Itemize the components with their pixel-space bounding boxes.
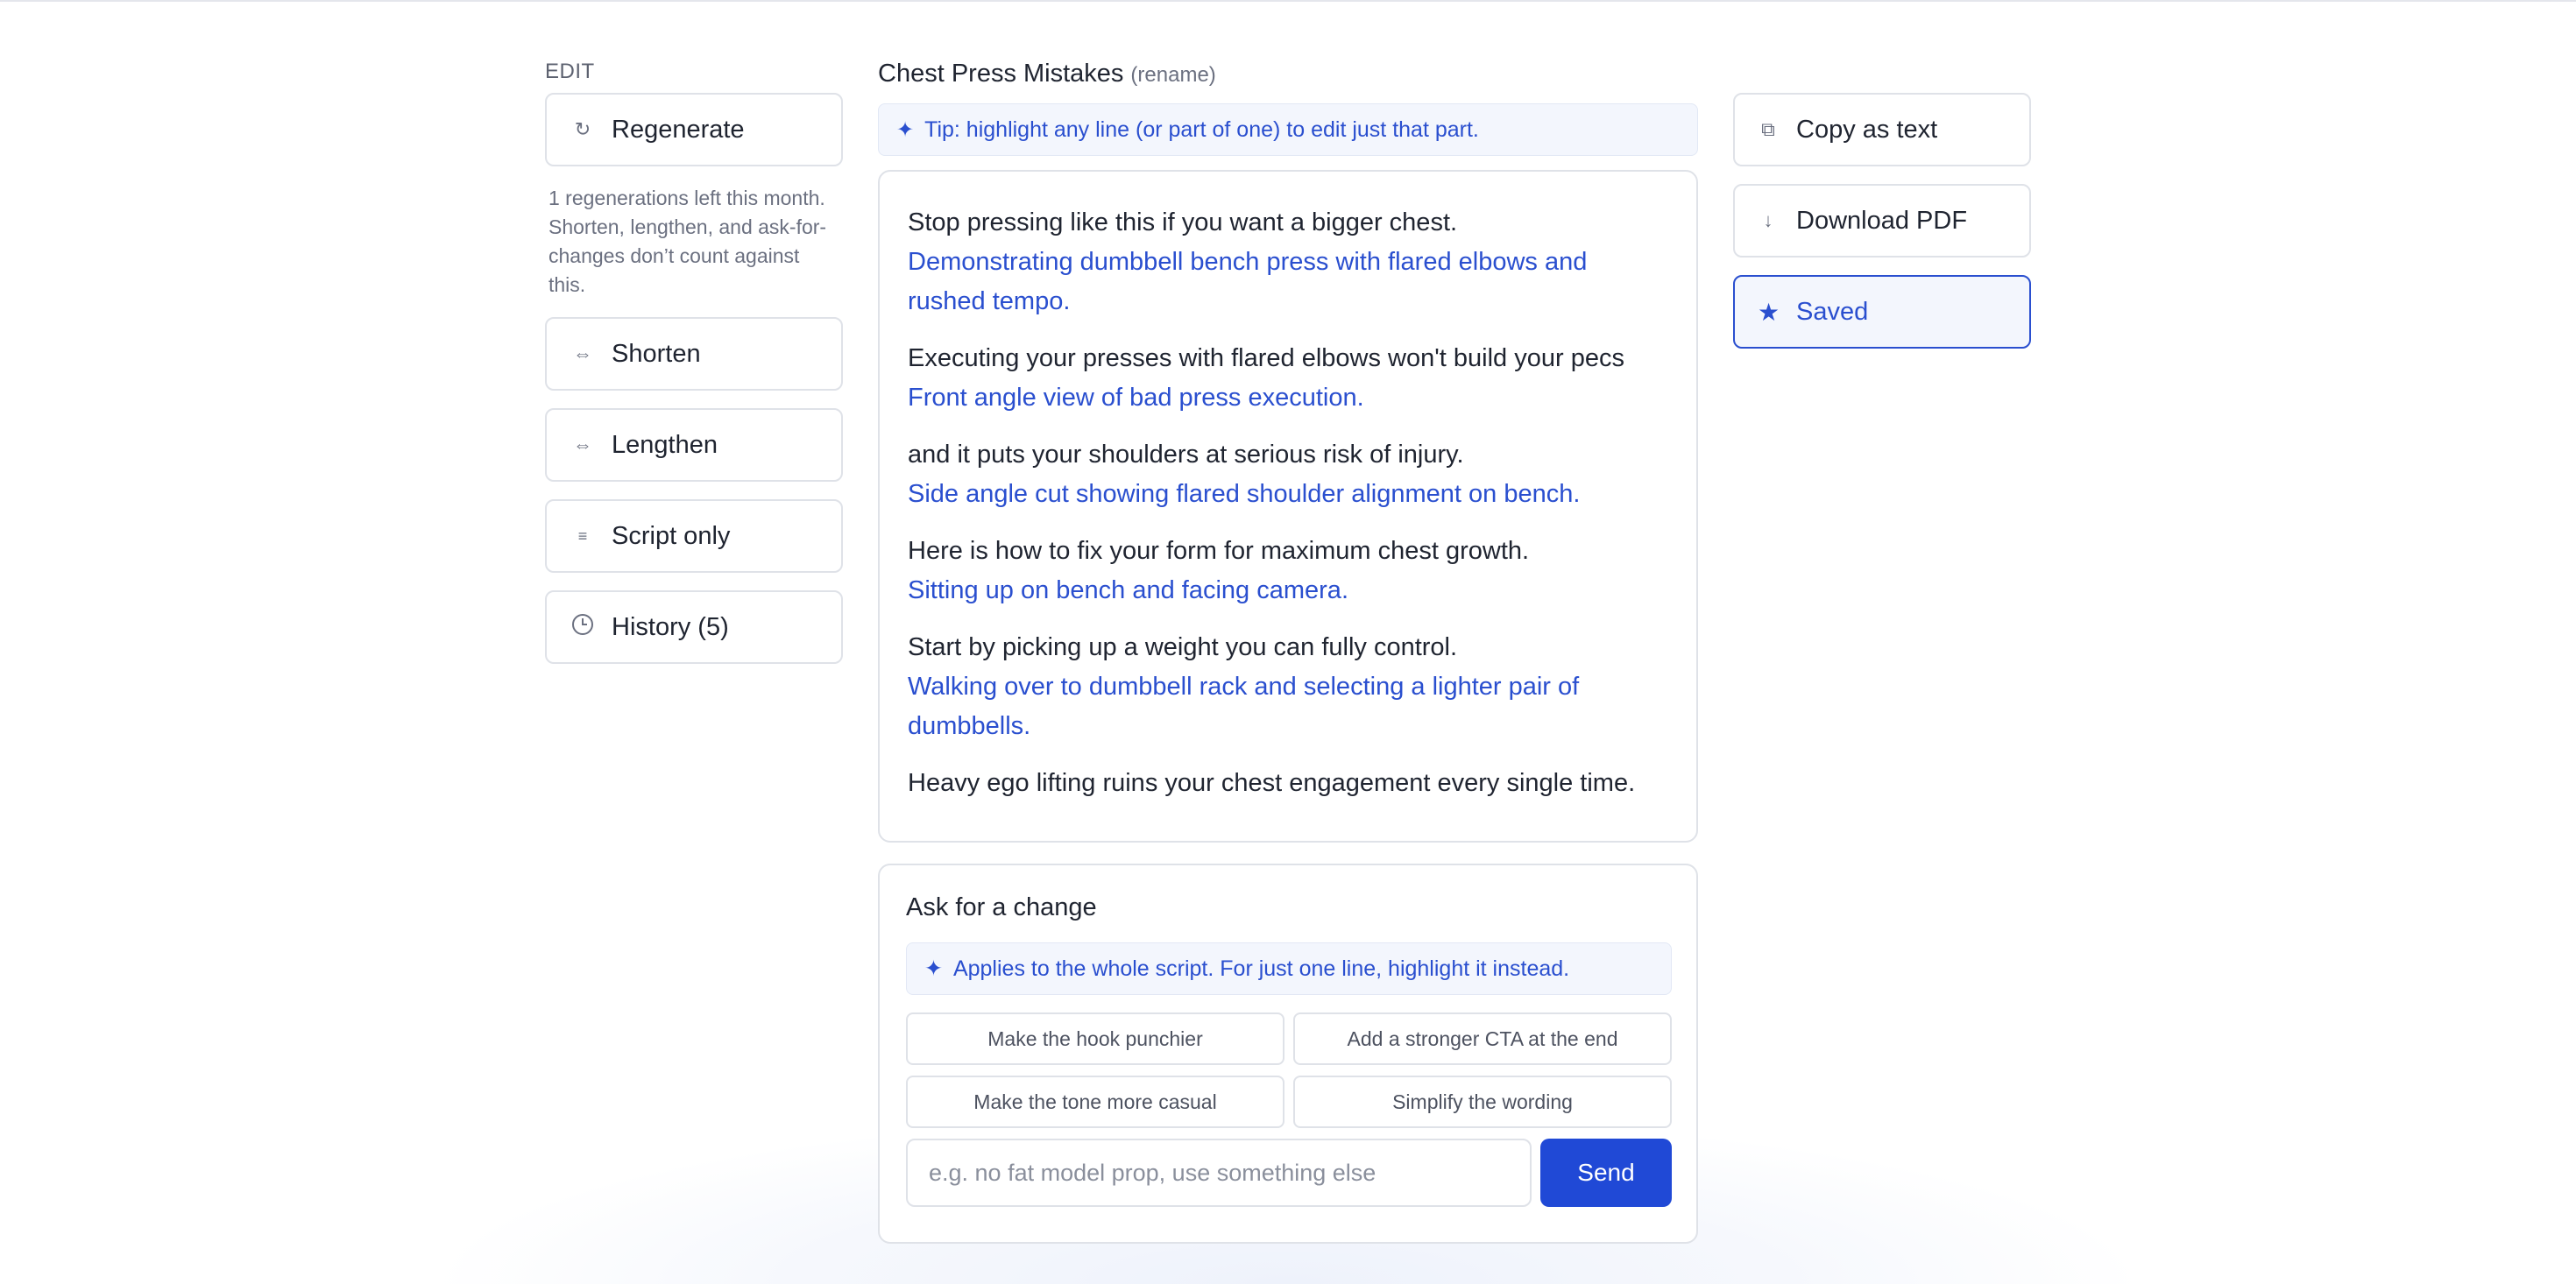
download-arrow-icon: ↓ [1763, 209, 1773, 231]
sparkle-icon: ✦ [924, 956, 943, 981]
regenerate-label: Regenerate [612, 115, 745, 144]
send-button[interactable]: Send [1540, 1139, 1672, 1207]
script-content[interactable]: Stop pressing like this if you want a bi… [878, 170, 1698, 843]
lines-icon: ≡ [577, 526, 588, 545]
spoken-line[interactable]: and it puts your shoulders at serious ri… [908, 435, 1668, 475]
history-button[interactable]: History (5) [545, 590, 843, 664]
change-scope-note: ✦ Applies to the whole script. For just … [906, 942, 1672, 995]
shorten-label: Shorten [612, 339, 701, 368]
script-only-label: Script only [612, 521, 731, 550]
spoken-line[interactable]: Executing your presses with flared elbow… [908, 339, 1668, 378]
suggestion-chip[interactable]: Make the hook punchier [906, 1012, 1284, 1065]
saved-label: Saved [1796, 297, 1869, 326]
script-pair: and it puts your shoulders at serious ri… [908, 435, 1668, 514]
tip-text: Tip: highlight any line (or part of one)… [924, 116, 1479, 142]
ask-for-change-panel: Ask for a change ✦ Applies to the whole … [878, 864, 1698, 1244]
highlight-tip: ✦ Tip: highlight any line (or part of on… [878, 103, 1698, 156]
script-pair: Start by picking up a weight you can ful… [908, 628, 1668, 746]
edit-sidebar: EDIT ↻ Regenerate 1 regenerations left t… [545, 60, 843, 664]
spoken-line[interactable]: Stop pressing like this if you want a bi… [908, 203, 1668, 243]
copy-label: Copy as text [1796, 115, 1938, 144]
page-title: Chest Press Mistakes [878, 60, 1124, 88]
script-pair: Heavy ego lifting ruins your chest engag… [908, 764, 1668, 803]
copy-as-text-button[interactable]: ⧉ Copy as text [1733, 93, 2031, 166]
star-icon: ★ [1758, 298, 1780, 326]
top-divider [0, 0, 2576, 2]
sparkle-icon: ✦ [896, 117, 915, 142]
regenerate-button[interactable]: ↻ Regenerate [545, 93, 843, 166]
script-pair: Here is how to fix your form for maximum… [908, 532, 1668, 610]
lengthen-button[interactable]: ⇔ Lengthen [545, 408, 843, 482]
change-note-text: Applies to the whole script. For just on… [952, 956, 1570, 981]
spoken-line[interactable]: Here is how to fix your form for maximum… [908, 532, 1668, 571]
spoken-line[interactable]: Heavy ego lifting ruins your chest engag… [908, 764, 1668, 803]
visual-direction-line[interactable]: Sitting up on bench and facing camera. [908, 571, 1668, 610]
copy-icon: ⧉ [1761, 118, 1775, 140]
rename-link[interactable]: (rename) [1130, 63, 1215, 88]
script-pair: Stop pressing like this if you want a bi… [908, 203, 1668, 321]
script-pair: Executing your presses with flared elbow… [908, 339, 1668, 418]
script-only-button[interactable]: ≡ Script only [545, 499, 843, 573]
saved-button[interactable]: ★ Saved [1733, 275, 2031, 349]
download-pdf-button[interactable]: ↓ Download PDF [1733, 184, 2031, 258]
visual-direction-line[interactable]: Side angle cut showing flared shoulder a… [908, 475, 1668, 514]
title-row: Chest Press Mistakes (rename) [878, 60, 1698, 95]
history-label: History (5) [612, 612, 729, 641]
refresh-icon: ↻ [574, 118, 591, 140]
clock-icon [570, 613, 596, 641]
change-request-input[interactable] [906, 1139, 1532, 1207]
arrows-horizontal-icon: ⇔ [573, 342, 592, 364]
arrows-horizontal-icon: ⇔ [573, 434, 592, 455]
script-editor: Chest Press Mistakes (rename) ✦ Tip: hig… [878, 60, 1698, 1244]
edit-heading: EDIT [545, 60, 595, 83]
visual-direction-line[interactable]: Demonstrating dumbbell bench press with … [908, 243, 1668, 321]
suggestion-chip[interactable]: Make the tone more casual [906, 1076, 1284, 1128]
change-panel-title: Ask for a change [906, 893, 1097, 921]
download-label: Download PDF [1796, 206, 1968, 235]
suggestion-chip[interactable]: Simplify the wording [1293, 1076, 1672, 1128]
shorten-button[interactable]: ⇔ Shorten [545, 317, 843, 391]
regenerations-left-note: 1 regenerations left this month. Shorten… [548, 187, 827, 296]
visual-direction-line[interactable]: Front angle view of bad press execution. [908, 378, 1668, 418]
spoken-line[interactable]: Start by picking up a weight you can ful… [908, 628, 1668, 667]
lengthen-label: Lengthen [612, 430, 718, 459]
suggestion-chip[interactable]: Add a stronger CTA at the end [1293, 1012, 1672, 1065]
visual-direction-line[interactable]: Walking over to dumbbell rack and select… [908, 667, 1668, 746]
